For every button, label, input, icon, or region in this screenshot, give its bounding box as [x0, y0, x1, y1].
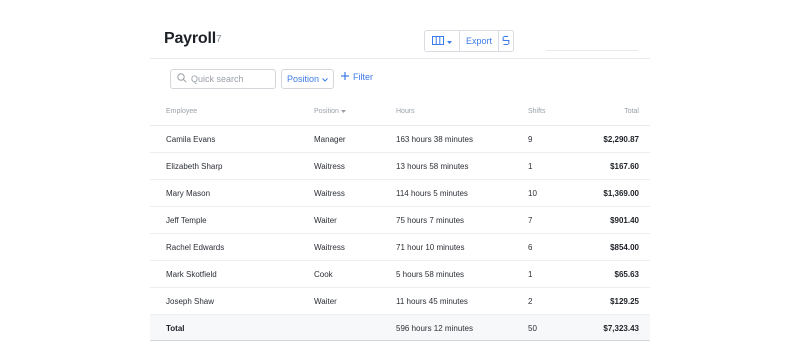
- employee-position: Waitress: [314, 162, 345, 171]
- employee-position: Waiter: [314, 297, 337, 306]
- employee-hours: 163 hours 38 minutes: [396, 135, 473, 144]
- employee-hours: 11 hours 45 minutes: [396, 297, 468, 306]
- toggle-icon: [502, 35, 510, 48]
- employee-total: $1,369.00: [603, 189, 639, 198]
- search-icon: [171, 70, 187, 88]
- position-filter-label: Position: [286, 74, 320, 84]
- columns-button[interactable]: [425, 31, 460, 51]
- employee-hours: 75 hours 7 minutes: [396, 216, 465, 225]
- employee-name: Camila Evans: [166, 135, 216, 144]
- table-row[interactable]: Joseph Shaw Waiter 11 hours 45 minutes 2…: [150, 288, 650, 315]
- column-header-position-label: Position: [314, 108, 339, 115]
- employee-count: 7: [216, 34, 222, 45]
- column-header-employee[interactable]: Employee: [166, 108, 197, 115]
- employee-name: Rachel Edwards: [166, 243, 225, 252]
- totals-hours: 596 hours 12 minutes: [396, 324, 473, 333]
- employee-total: $167.60: [610, 162, 639, 171]
- employee-hours: 13 hours 58 minutes: [396, 162, 469, 171]
- employee-position: Waitress: [314, 243, 345, 252]
- employee-hours: 5 hours 58 minutes: [396, 270, 465, 279]
- employee-name: Mark Skotfield: [166, 270, 217, 279]
- employee-name: Mary Mason: [166, 189, 211, 198]
- header-toolbar: Export: [424, 30, 514, 52]
- employee-total: $65.63: [614, 270, 639, 279]
- export-button[interactable]: Export: [460, 31, 499, 51]
- employee-total: $901.40: [610, 216, 639, 225]
- employee-position: Cook: [314, 270, 333, 279]
- employee-position: Waiter: [314, 216, 337, 225]
- employee-shifts: 7: [528, 216, 533, 225]
- page-header: Payroll 7 Export: [150, 0, 650, 59]
- employee-hours: 114 hours 5 minutes: [396, 189, 468, 198]
- columns-icon: [432, 35, 444, 47]
- search-input[interactable]: [191, 74, 269, 84]
- totals-amount: $7,323.43: [603, 324, 639, 333]
- sort-down-icon: [340, 108, 346, 115]
- page-title: Payroll: [164, 30, 216, 47]
- position-filter-button[interactable]: Position: [281, 69, 334, 89]
- employee-shifts: 2: [528, 297, 533, 306]
- totals-shifts: 50: [528, 324, 537, 333]
- chevron-down-icon: [322, 74, 328, 84]
- employee-shifts: 9: [528, 135, 533, 144]
- table-row[interactable]: Camila Evans Manager 163 hours 38 minute…: [150, 126, 650, 153]
- totals-row: Total 596 hours 12 minutes 50 $7,323.43: [150, 315, 650, 341]
- employee-total: $129.25: [610, 297, 639, 306]
- employee-shifts: 10: [528, 189, 537, 198]
- employee-name: Joseph Shaw: [166, 297, 215, 306]
- table-row[interactable]: Rachel Edwards Waitress 71 hour 10 minut…: [150, 234, 650, 261]
- employee-position: Manager: [314, 135, 346, 144]
- chevron-down-icon: [447, 36, 452, 46]
- quick-search[interactable]: [170, 69, 276, 89]
- employee-total: $2,290.87: [603, 135, 639, 144]
- employee-hours: 71 hour 10 minutes: [396, 243, 465, 252]
- column-header-total[interactable]: Total: [624, 108, 639, 115]
- payroll-table: Employee Position Hours Shifts Total Cam…: [150, 100, 650, 341]
- column-header-position[interactable]: Position: [314, 108, 346, 115]
- table-header: Employee Position Hours Shifts Total: [150, 100, 650, 126]
- plus-icon: [341, 72, 349, 82]
- table-row[interactable]: Jeff Temple Waiter 75 hours 7 minutes 7 …: [150, 207, 650, 234]
- add-filter-button[interactable]: Filter: [341, 72, 373, 82]
- employee-total: $854.00: [610, 243, 639, 252]
- totals-label: Total: [166, 324, 185, 333]
- toolbar-spacer: [546, 30, 638, 51]
- employee-shifts: 6: [528, 243, 533, 252]
- employee-name: Elizabeth Sharp: [166, 162, 223, 171]
- toggle-button[interactable]: [499, 31, 513, 51]
- table-row[interactable]: Mark Skotfield Cook 5 hours 58 minutes 1…: [150, 261, 650, 288]
- add-filter-label: Filter: [353, 72, 373, 82]
- column-header-shifts[interactable]: Shifts: [528, 108, 546, 115]
- employee-shifts: 1: [528, 162, 533, 171]
- table-row[interactable]: Mary Mason Waitress 114 hours 5 minutes …: [150, 180, 650, 207]
- table-row[interactable]: Elizabeth Sharp Waitress 13 hours 58 min…: [150, 153, 650, 180]
- column-header-hours[interactable]: Hours: [396, 108, 415, 115]
- employee-shifts: 1: [528, 270, 533, 279]
- employee-name: Jeff Temple: [166, 216, 207, 225]
- employee-position: Waitress: [314, 189, 345, 198]
